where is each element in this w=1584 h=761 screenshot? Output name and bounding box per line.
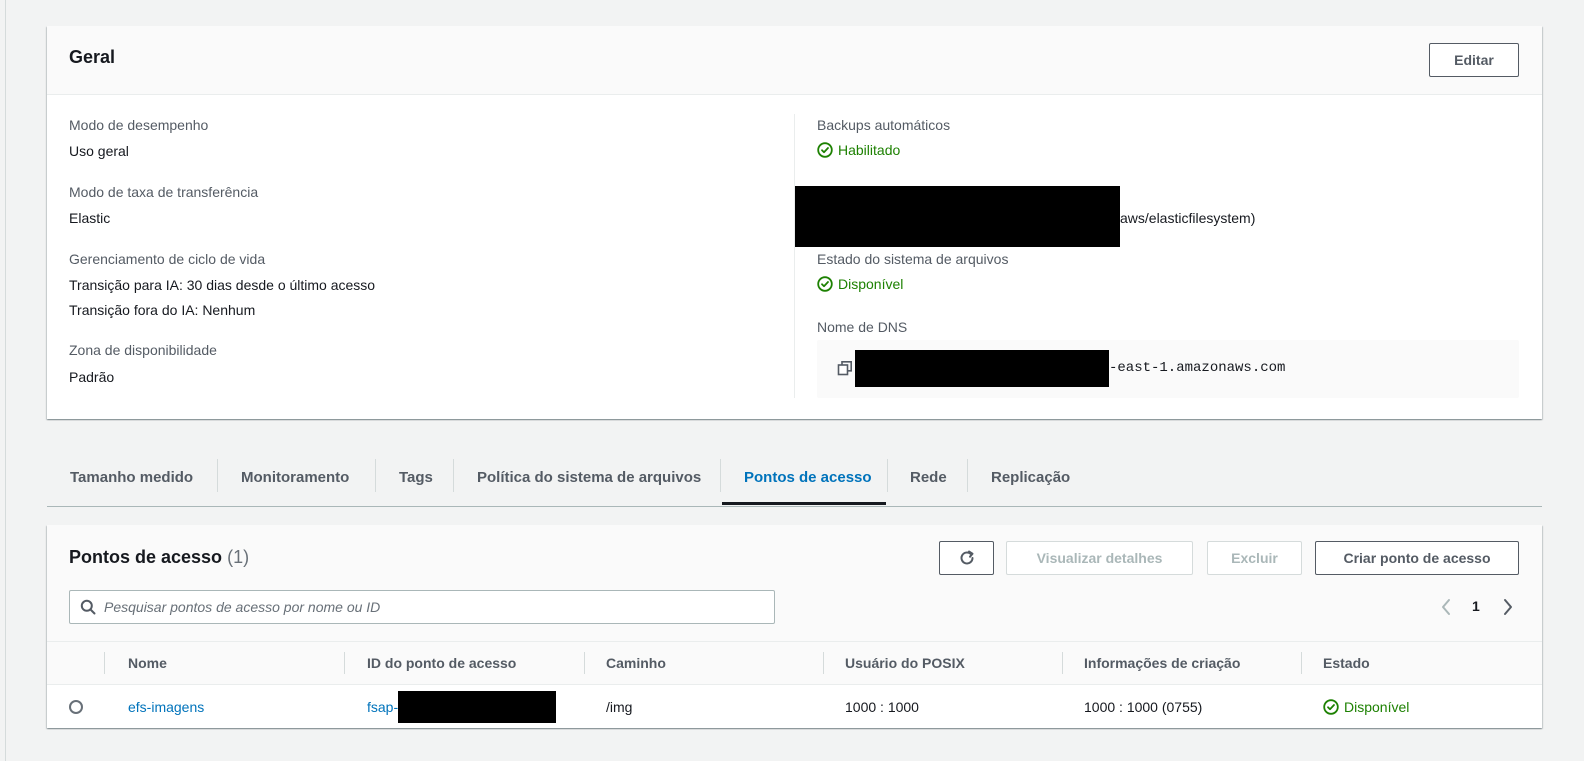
tab-replication[interactable]: Replicação <box>991 451 1070 503</box>
backups-label: Backups automáticos <box>817 117 951 133</box>
status-check-icon <box>1323 698 1339 715</box>
access-points-header: Pontos de acesso (1) Visualizar detalhes… <box>47 525 1542 641</box>
general-panel: Geral Editar Modo de desempenho Uso gera… <box>47 26 1542 419</box>
performance-mode-value: Uso geral <box>69 143 129 159</box>
backups-value: Habilitado <box>838 142 901 158</box>
encryption-value: aws/elasticfilesystem) <box>1120 210 1256 226</box>
tab-separator <box>967 459 968 492</box>
search-box <box>69 590 775 624</box>
view-details-button[interactable]: Visualizar detalhes <box>1006 541 1193 575</box>
tab-separator <box>217 459 218 492</box>
dns-value: -east-1.amazonaws.com <box>1109 360 1286 376</box>
column-divider <box>794 114 795 398</box>
page-number[interactable]: 1 <box>1472 598 1480 614</box>
active-tab-indicator <box>722 502 886 505</box>
chevron-right-icon[interactable] <box>1502 598 1514 616</box>
availability-zone-value: Padrão <box>69 369 115 385</box>
column-header-creation-info[interactable]: Informações de criação <box>1084 642 1240 684</box>
copy-icon[interactable] <box>837 360 853 376</box>
column-separator <box>1301 652 1302 674</box>
delete-button[interactable]: Excluir <box>1207 541 1302 575</box>
left-scroll-edge <box>0 0 6 761</box>
column-header-posix-user[interactable]: Usuário do POSIX <box>845 642 965 684</box>
redacted-block <box>795 186 1120 247</box>
access-point-name-link[interactable]: efs-imagens <box>128 685 204 728</box>
column-separator <box>584 652 585 674</box>
column-separator <box>344 652 345 674</box>
column-header-path[interactable]: Caminho <box>606 642 666 684</box>
tab-separator <box>453 459 454 492</box>
search-input[interactable] <box>104 599 764 615</box>
lifecycle-label: Gerenciamento de ciclo de vida <box>69 251 266 267</box>
fs-state-value: Disponível <box>838 276 904 292</box>
tab-separator <box>375 459 376 492</box>
redacted-block <box>855 350 1109 387</box>
access-points-title-text: Pontos de acesso <box>69 547 223 567</box>
dns-label: Nome de DNS <box>817 319 908 335</box>
access-point-id-link[interactable]: fsap- <box>367 699 398 715</box>
tab-file-system-policy[interactable]: Política do sistema de arquivos <box>477 451 701 503</box>
tab-separator <box>720 459 721 492</box>
tab-tags[interactable]: Tags <box>399 451 433 503</box>
column-header-state[interactable]: Estado <box>1323 642 1370 684</box>
tab-separator <box>887 459 888 492</box>
access-point-id-cell: fsap- <box>367 685 557 728</box>
row-select-radio-cell <box>69 685 83 728</box>
access-point-state-value: Disponível <box>1344 698 1410 715</box>
redacted-block <box>398 690 557 723</box>
access-point-posix-user: 1000 : 1000 <box>845 698 919 715</box>
search-icon <box>80 599 96 615</box>
throughput-mode-value: Elastic <box>69 210 111 226</box>
status-check-icon <box>817 142 833 158</box>
access-points-panel: Pontos de acesso (1) Visualizar detalhes… <box>47 525 1542 728</box>
lifecycle-out-value: Transição fora do IA: Nenhum <box>69 302 256 318</box>
general-title: Geral <box>69 47 116 67</box>
column-header-name[interactable]: Nome <box>128 642 167 684</box>
tab-network[interactable]: Rede <box>910 451 947 503</box>
access-points-count: (1) <box>227 547 250 567</box>
fs-state-status: Disponível <box>817 276 903 292</box>
create-access-point-button[interactable]: Criar ponto de acesso <box>1315 541 1519 575</box>
chevron-left-icon[interactable] <box>1440 598 1452 616</box>
availability-zone-label: Zona de disponibilidade <box>69 342 217 358</box>
refresh-button[interactable] <box>939 541 994 575</box>
column-separator <box>104 652 105 674</box>
access-points-title: Pontos de acesso (1) <box>69 547 249 568</box>
general-panel-header: Geral Editar <box>47 26 1542 95</box>
performance-mode-label: Modo de desempenho <box>69 117 209 133</box>
refresh-icon <box>960 550 973 565</box>
tab-monitoring[interactable]: Monitoramento <box>241 451 349 503</box>
dns-box: -east-1.amazonaws.com <box>817 340 1519 398</box>
access-point-path: /img <box>606 698 633 715</box>
column-header-id[interactable]: ID do ponto de acesso <box>367 642 516 684</box>
table-header: Nome ID do ponto de acesso Caminho Usuár… <box>47 641 1542 685</box>
column-separator <box>823 652 824 674</box>
column-separator <box>1062 652 1063 674</box>
backups-status: Habilitado <box>817 142 900 158</box>
edit-button[interactable]: Editar <box>1429 43 1519 77</box>
throughput-mode-label: Modo de taxa de transferência <box>69 184 259 200</box>
tab-metered-size[interactable]: Tamanho medido <box>70 451 193 503</box>
row-select-radio[interactable] <box>69 699 83 714</box>
access-point-state: Disponível <box>1323 685 1409 728</box>
lifecycle-ia-value: Transição para IA: 30 dias desde o últim… <box>69 277 376 293</box>
fs-state-label: Estado do sistema de arquivos <box>817 251 1009 267</box>
access-point-creation-info: 1000 : 1000 (0755) <box>1084 698 1203 715</box>
tab-access-points[interactable]: Pontos de acesso <box>744 451 872 503</box>
status-check-icon <box>817 276 833 292</box>
